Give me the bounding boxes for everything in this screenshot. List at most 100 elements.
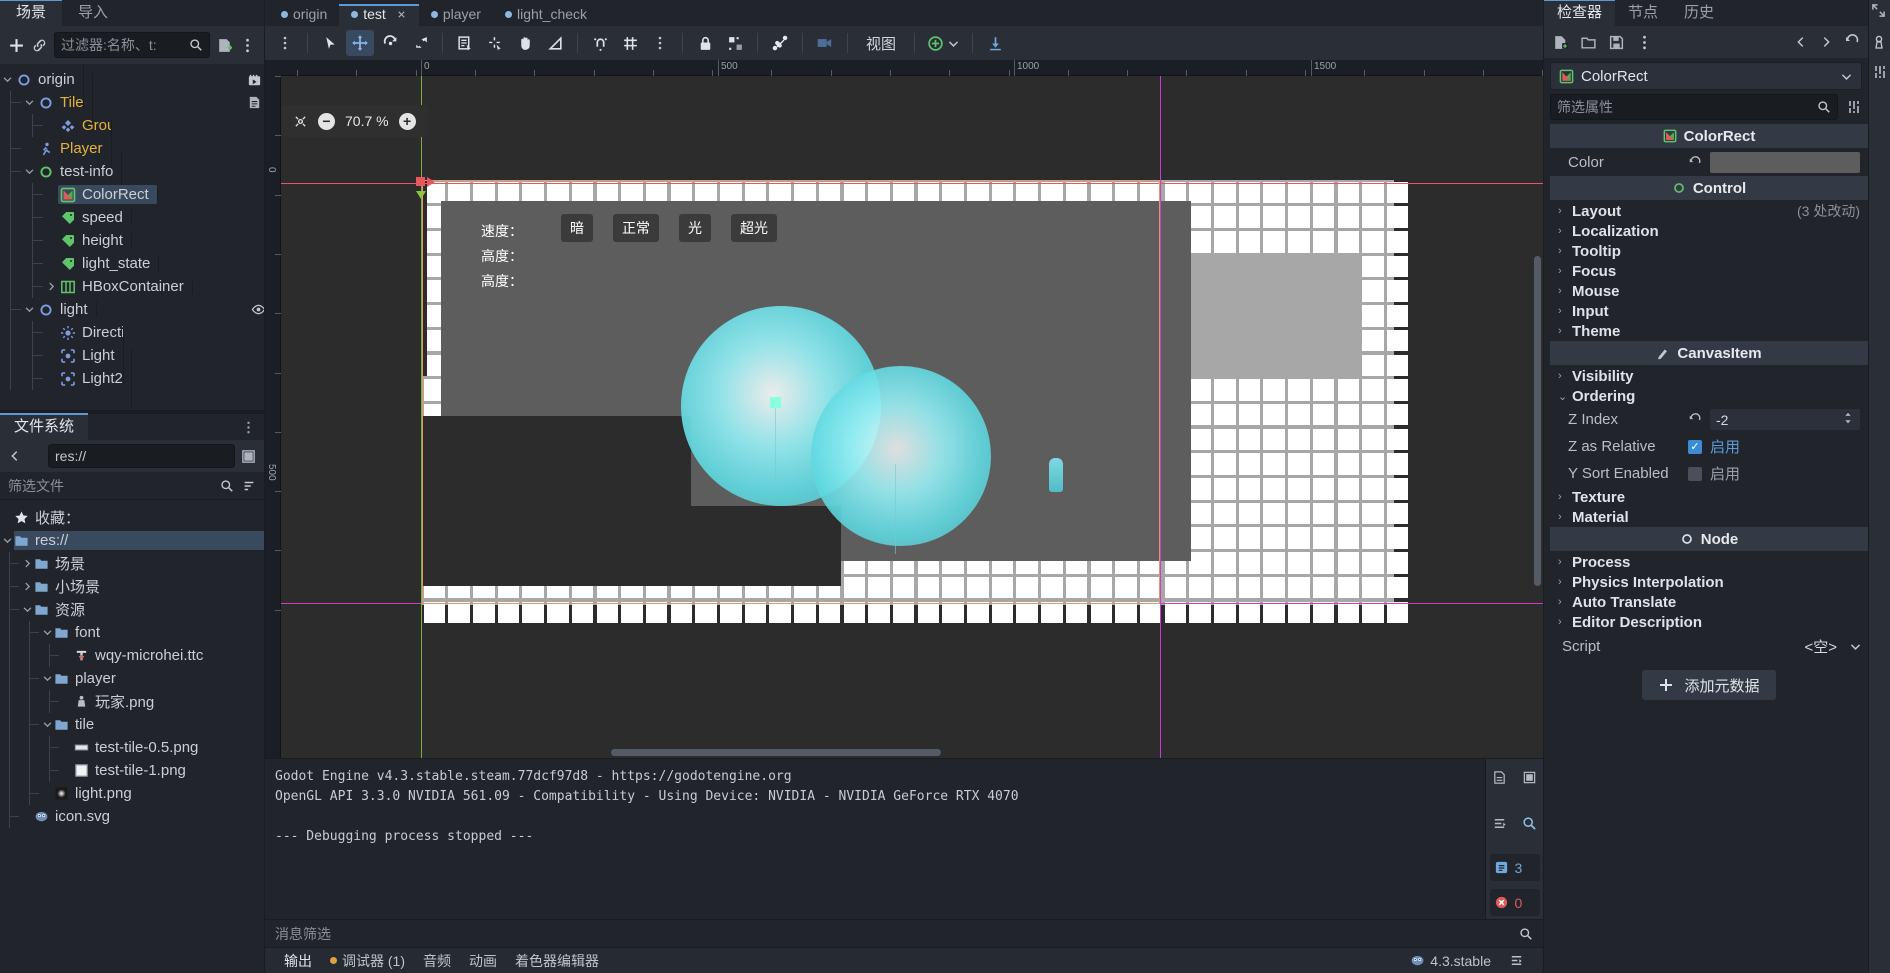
chevron-right-icon[interactable]: ›: [1558, 596, 1572, 608]
ruler-mode-button[interactable]: [541, 30, 569, 56]
scene-tree-item-test-info[interactable]: test-info: [0, 160, 264, 183]
scene-tab-strip[interactable]: origintestplayerlight_check: [265, 0, 1543, 26]
chevron-right-icon[interactable]: ›: [1558, 511, 1572, 523]
filesystem-filter-input[interactable]: [8, 478, 216, 494]
camera-icon[interactable]: [811, 30, 839, 56]
smart-snap-button[interactable]: [586, 30, 614, 56]
anim-icon[interactable]: [247, 73, 262, 88]
scene-tab-light_check[interactable]: light_check: [493, 4, 599, 26]
inspector-group-texture[interactable]: ›Texture: [1550, 487, 1868, 507]
toggle-panel-icon[interactable]: [1500, 953, 1533, 968]
folder-open-icon[interactable]: [1580, 34, 1597, 51]
save-icon[interactable]: [1608, 34, 1625, 51]
pan-hand-icon[interactable]: [511, 30, 539, 56]
inspector-group-mouse[interactable]: ›Mouse: [1550, 281, 1868, 301]
chevron-right-icon[interactable]: ›: [1558, 225, 1572, 237]
chevron-down-icon[interactable]: [1840, 70, 1853, 83]
zindex-input[interactable]: -2: [1710, 409, 1860, 430]
filesystem-item[interactable]: icon.svg: [0, 805, 264, 828]
bone-icon[interactable]: [766, 30, 794, 56]
filesystem-filter[interactable]: [0, 472, 264, 500]
close-icon[interactable]: [396, 9, 407, 20]
copy-output-button[interactable]: [1487, 765, 1513, 789]
rotate-mode-button[interactable]: [376, 30, 404, 56]
origin-handle[interactable]: [416, 177, 425, 186]
scene-tree-item-height[interactable]: height: [0, 229, 264, 252]
chevron-right-icon[interactable]: ›: [1558, 616, 1572, 628]
open-docs-icon[interactable]: [1872, 34, 1888, 50]
tab-scene[interactable]: 场景: [0, 0, 62, 26]
inspector-property-zindex[interactable]: Z Index-2: [1550, 406, 1868, 433]
more-vertical-icon[interactable]: [241, 420, 264, 440]
inspector-group-editor-description[interactable]: ›Editor Description: [1550, 612, 1868, 632]
chevron-right-icon[interactable]: [1819, 35, 1833, 49]
inspector-group-material[interactable]: ›Material: [1550, 507, 1868, 527]
message-filter-input[interactable]: [275, 926, 1513, 942]
scene-tab-origin[interactable]: origin: [269, 4, 339, 26]
list-select-button[interactable]: [451, 30, 479, 56]
scene-tree[interactable]: originTileGroundPlayertest-infoColorRect…: [0, 64, 264, 410]
filesystem-item[interactable]: player: [0, 667, 264, 690]
zoom-in-button[interactable]: +: [399, 113, 416, 130]
output-counter[interactable]: 0: [1490, 889, 1540, 916]
plus-icon[interactable]: [8, 37, 25, 54]
scene-tree-item-hboxcontainer[interactable]: HBoxContainer: [0, 275, 264, 298]
inspector-category-ColorRect[interactable]: ColorRect: [1550, 124, 1868, 148]
output-log[interactable]: Godot Engine v4.3.stable.steam.77dcf97d8…: [265, 759, 1485, 919]
chevron-right-icon[interactable]: ›: [1558, 370, 1572, 382]
more-vertical-icon[interactable]: [271, 30, 299, 56]
chevron-right-icon[interactable]: ›: [1558, 305, 1572, 317]
tab-import[interactable]: 导入: [62, 0, 124, 26]
filesystem-item[interactable]: 资源: [0, 598, 264, 621]
script-icon[interactable]: [247, 95, 262, 110]
filesystem-expander[interactable]: [40, 719, 54, 730]
bottom-panel-tab-着色器编辑器[interactable]: 着色器编辑器: [506, 951, 608, 971]
inspector-property-z-as-relative[interactable]: Z as Relative✓启用: [1550, 433, 1868, 460]
more-vertical-icon[interactable]: [239, 37, 256, 54]
bottom-panel-tab-动画[interactable]: 动画: [460, 951, 506, 971]
ruler-horizontal[interactable]: 050010001500: [265, 60, 1543, 76]
anim-icon[interactable]: [238, 64, 253, 65]
filesystem-item[interactable]: test-tile-0.5.png: [0, 736, 264, 759]
selection-rect[interactable]: [422, 180, 1160, 604]
inspector-property-script[interactable]: Script<空>: [1550, 632, 1868, 660]
tab-history[interactable]: 历史: [1671, 0, 1727, 26]
inspector-group-process[interactable]: ›Process: [1550, 552, 1868, 572]
chevron-right-icon[interactable]: ›: [1558, 556, 1572, 568]
inspector-property-color[interactable]: Color: [1550, 149, 1868, 176]
move-pivot-button[interactable]: [481, 30, 509, 56]
tree-expander[interactable]: [22, 166, 36, 177]
view-menu-button[interactable]: 视图: [856, 30, 906, 56]
filesystem-path[interactable]: res://: [48, 444, 235, 468]
filesystem-item[interactable]: 收藏：: [0, 506, 264, 529]
tab-filesystem[interactable]: 文件系统: [0, 413, 88, 440]
revert-icon[interactable]: [1688, 413, 1702, 427]
bottom-panel-tab-音频[interactable]: 音频: [414, 951, 460, 971]
history-icon[interactable]: [1844, 34, 1860, 50]
inspector-filter-input[interactable]: [1557, 99, 1817, 115]
message-filter[interactable]: [265, 919, 1543, 947]
filesystem-item[interactable]: wqy-microhei.ttc: [0, 644, 264, 667]
scene-tree-item-tile[interactable]: Tile: [0, 91, 264, 114]
chevron-right-icon[interactable]: ›: [1558, 325, 1572, 337]
scene-tree-item-speed[interactable]: speed: [0, 206, 264, 229]
filesystem-expander[interactable]: [40, 627, 54, 638]
tab-node[interactable]: 节点: [1615, 0, 1671, 26]
chevron-right-icon[interactable]: ›: [1558, 245, 1572, 257]
filesystem-expander[interactable]: [20, 558, 34, 569]
filesystem-item[interactable]: 小场景: [0, 575, 264, 598]
chevron-right-icon[interactable]: ›: [1558, 265, 1572, 277]
scene-filter-input[interactable]: [61, 37, 185, 53]
filesystem-item[interactable]: font: [0, 621, 264, 644]
split-mode-icon[interactable]: [241, 449, 256, 464]
chevron-left-icon[interactable]: [1794, 35, 1808, 49]
filesystem-expander[interactable]: [20, 604, 34, 615]
scene-tab-player[interactable]: player: [419, 4, 493, 26]
chevron-right-icon[interactable]: ›: [1558, 285, 1572, 297]
inspector-properties[interactable]: ColorRectColorControl›Layout(3 处改动)›Loca…: [1550, 124, 1868, 973]
search-output-button[interactable]: [1517, 811, 1543, 835]
inspector-group-focus[interactable]: ›Focus: [1550, 261, 1868, 281]
new-resource-icon[interactable]: [1552, 34, 1569, 51]
filesystem-tree[interactable]: 收藏：res://场景小场景资源fontwqy-microhei.ttcplay…: [0, 500, 264, 973]
tree-expander[interactable]: [22, 304, 36, 315]
